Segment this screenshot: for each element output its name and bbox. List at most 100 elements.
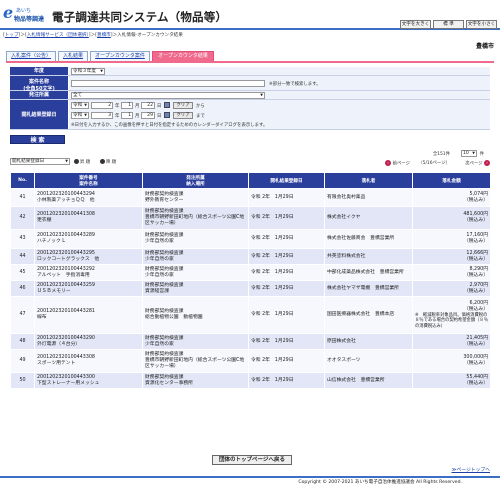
radio-icon: [100, 159, 105, 164]
to-clear-button[interactable]: クリア: [173, 112, 193, 119]
table-row: 50 2001202320100443300 下型ストレーナー用メッシュ 財務部契約検…: [10, 372, 491, 389]
tab-underline: [6, 61, 494, 63]
row-winner: 有限会社奥村薬品: [324, 188, 413, 207]
sort-asc-radio[interactable]: 昇 順: [74, 159, 90, 165]
case-name-link[interactable]: 更衣棚: [37, 218, 140, 224]
row-case: 2001202320100443308 スポーツ用テント: [34, 349, 143, 373]
to-year-input[interactable]: 3: [91, 112, 113, 119]
result-count: 全151件: [432, 152, 450, 157]
row-order: 財務部契約検査課 少年自然の家: [142, 248, 249, 265]
tab-open-counter-results[interactable]: オープンカウンタ結果: [152, 51, 214, 61]
per-page-select[interactable]: 10 ▼: [461, 150, 477, 157]
row-amount: 21,405円 （税込み）: [412, 333, 491, 350]
case-name-note: ※部分一致で検索します。: [269, 82, 321, 87]
breadcrumb-service-link[interactable]: 入札情報サービス（団体選択）: [27, 33, 89, 38]
from-month-input[interactable]: 1: [121, 102, 133, 109]
order-dept-label: 発注所属: [10, 91, 68, 99]
order-dept-row: 発注所属 全て ▼: [10, 91, 490, 100]
case-name-link[interactable]: スポーツ用テント: [37, 361, 140, 367]
case-name-link[interactable]: ロックコートグラックス 他: [37, 257, 140, 263]
row-date: 令和 2年 1月29日: [248, 280, 325, 297]
to-day-input[interactable]: 29: [141, 112, 155, 119]
chevron-right-icon: ›: [484, 160, 490, 166]
logo-small-text: あいち: [16, 8, 32, 14]
row-no: 43: [10, 229, 35, 249]
row-order: 財務部契約検査課 総合動植物公園 動植物園: [142, 296, 249, 334]
page-top-link[interactable]: ≫ページトップへ: [451, 466, 490, 473]
back-to-top-page-button[interactable]: 団体のトップページへ戻る: [212, 455, 292, 465]
row-amount: 8,290円 （税込み）: [412, 264, 491, 281]
to-era-select[interactable]: 令和 ▼: [71, 112, 89, 119]
sort-desc-radio[interactable]: 降 順: [100, 159, 116, 165]
search-button[interactable]: 検 索: [10, 135, 65, 144]
case-name-link[interactable]: 下型ストレーナー用メッシュ: [37, 381, 140, 387]
chevron-down-icon: ▼: [472, 151, 475, 155]
case-name-link[interactable]: 小林製薬アッチョＱＱ 他: [37, 198, 140, 204]
row-date: 令和 2年 1月29日: [248, 349, 325, 373]
next-page-link[interactable]: 次ページ ›: [465, 160, 490, 167]
logo[interactable]: e あいち 物品等調達: [3, 5, 47, 25]
row-no: 41: [10, 188, 35, 207]
row-winner: 国田医療器株式会社 豊橋本店: [324, 296, 413, 334]
date-row: 開札結果登録日 令和 ▼ 2 年 1 月 22 日 クリア から 令和 ▼ 3 年 …: [10, 100, 490, 130]
calendar-icon[interactable]: [164, 102, 170, 108]
col-no: No.: [10, 172, 35, 189]
row-winner: 共英塗料株式会社: [324, 248, 413, 265]
calendar-icon[interactable]: [164, 112, 170, 118]
from-clear-button[interactable]: クリア: [173, 102, 193, 109]
row-order: 財務部契約検査課 資源経営課: [142, 280, 249, 297]
case-name-link[interactable]: 線布: [37, 315, 140, 321]
case-name-input[interactable]: [71, 80, 265, 87]
case-name-link[interactable]: アルペット 手指消毒用: [37, 273, 140, 279]
sort-select[interactable]: 開札結果登録日 ▼: [10, 158, 70, 165]
row-winner: 株式会社佐藤商会 豊橋営業所: [324, 229, 413, 249]
app-title: 電子調達共同システム（物品等）: [52, 10, 228, 24]
font-normal-button[interactable]: 標 準: [433, 20, 464, 29]
tab-bid-cases[interactable]: 入札案件（公告）: [6, 51, 56, 61]
row-amount: 481,600円 （税込み）: [412, 206, 491, 230]
breadcrumb-area-link[interactable]: 豊橋市: [97, 33, 111, 38]
from-day-input[interactable]: 22: [141, 102, 155, 109]
chevron-left-icon: ‹: [385, 160, 392, 166]
chevron-down-icon: ▼: [65, 159, 68, 163]
to-month-input[interactable]: 1: [121, 112, 133, 119]
case-name-link[interactable]: 外灯電源（４台分）: [37, 342, 140, 348]
chevron-down-icon: ▼: [260, 93, 263, 97]
prev-page-link[interactable]: ‹ 前ページ: [385, 160, 410, 167]
calendar-note: ※日付を入力するか、この画像を押すと日付を指定するためのカレンダーダイアログを表…: [71, 123, 268, 128]
row-case: 2001202320100443295 ロックコートグラックス 他: [34, 248, 143, 265]
row-amount: 6,200円 （税込み） ※ 軽減税率対象品目。価格消費税の８％である場合の契約希望…: [412, 296, 491, 334]
year-select[interactable]: 令和３年度 ▼: [71, 68, 105, 75]
row-amount: 300,000円 （税込み）: [412, 349, 491, 373]
row-case: 2001202320100443300 下型ストレーナー用メッシュ: [34, 372, 143, 389]
row-no: 42: [10, 206, 35, 230]
row-winner: オオタスポーツ: [324, 349, 413, 373]
page-info: （5/16ページ）: [418, 161, 450, 166]
case-name-link[interactable]: ハチノック L: [37, 239, 140, 245]
row-order: 財務部契約検査課 資源化センター事務所: [142, 372, 249, 389]
row-case: 2001202320100441308 更衣棚: [34, 206, 143, 230]
row-amount: 5,074円 （税込み）: [412, 188, 491, 207]
area-name: 豊橋市: [475, 43, 494, 50]
row-no: 46: [10, 280, 35, 297]
row-date: 令和 2年 1月29日: [248, 248, 325, 265]
order-dept-select[interactable]: 全て ▼: [71, 92, 265, 99]
from-year-input[interactable]: 2: [91, 102, 113, 109]
row-case: 2001202320100443281 線布: [34, 296, 143, 334]
table-row: 42 2001202320100441308 更衣棚 財務部契約検査課 豊橋市朝野新田町…: [10, 206, 491, 230]
date-label: 開札結果登録日: [10, 100, 68, 129]
logo-e-icon: e: [3, 3, 14, 22]
case-name-link[interactable]: ＵＳＢメモリー: [37, 289, 140, 295]
table-row: 45 2001202320100443292 アルペット 手指消毒用 財務部契約検査課…: [10, 264, 491, 281]
tab-bid-results[interactable]: 入札結果: [58, 51, 88, 61]
case-name-label: 案件名称 (全角50文字): [10, 76, 68, 92]
row-case: 2001202320100443289 ハチノック L: [34, 229, 143, 249]
tab-open-counter-cases[interactable]: オープンカウンタ案件: [90, 51, 150, 61]
from-era-select[interactable]: 令和 ▼: [71, 102, 89, 109]
row-no: 50: [10, 372, 35, 389]
chevron-down-icon: ▼: [84, 103, 87, 107]
font-large-button[interactable]: 文字を大きく: [400, 20, 431, 29]
table-row: 49 2001202320100443308 スポーツ用テント 財務部契約検査課 豊橋市…: [10, 349, 491, 373]
font-small-button[interactable]: 文字を小さく: [466, 20, 497, 29]
breadcrumb-top-link[interactable]: トップ: [5, 33, 19, 38]
